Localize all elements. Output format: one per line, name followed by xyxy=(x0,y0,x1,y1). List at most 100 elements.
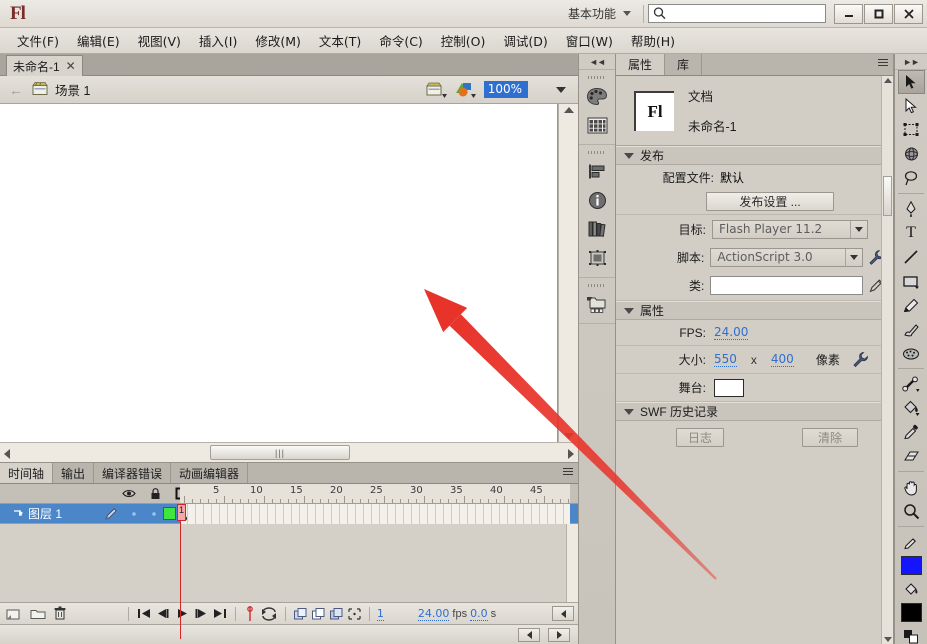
scroll-right-icon[interactable] xyxy=(568,449,574,459)
edit-scene-icon[interactable] xyxy=(426,81,448,99)
visibility-dot-icon[interactable] xyxy=(130,510,138,518)
scroll-up-icon[interactable] xyxy=(564,107,574,113)
rectangle-tool[interactable] xyxy=(898,269,925,293)
layer-outline-color-swatch[interactable] xyxy=(163,507,176,520)
swf-clear-button[interactable]: 清除 xyxy=(802,428,858,447)
back-arrow-icon[interactable]: ← xyxy=(6,82,26,98)
tab-output[interactable]: 输出 xyxy=(53,463,94,483)
go-to-last-frame-icon[interactable] xyxy=(212,607,228,620)
attributes-section-header[interactable]: 属性 xyxy=(616,301,893,320)
fps-value-field[interactable]: 24.00 xyxy=(714,325,748,340)
fill-color-swatch[interactable] xyxy=(901,603,922,622)
publish-section-header[interactable]: 发布 xyxy=(616,146,893,165)
stroke-color-picker-icon[interactable] xyxy=(898,530,925,554)
deco-tool[interactable] xyxy=(898,341,925,365)
new-layer-icon[interactable] xyxy=(4,607,26,621)
tab-timeline[interactable]: 时间轴 xyxy=(0,463,53,483)
black-and-white-colors-icon[interactable] xyxy=(898,624,925,644)
menu-control[interactable]: 控制(O) xyxy=(432,28,495,53)
fps-value[interactable]: 24.00 xyxy=(418,607,450,621)
drag-grip[interactable] xyxy=(579,149,615,156)
hscroll-thumb[interactable]: ||| xyxy=(210,445,350,460)
tab-motion-editor[interactable]: 动画编辑器 xyxy=(171,463,248,483)
menu-modify[interactable]: 修改(M) xyxy=(246,28,310,53)
tab-library[interactable]: 库 xyxy=(665,54,702,75)
go-to-first-frame-icon[interactable] xyxy=(136,607,152,620)
eyedropper-tool[interactable] xyxy=(898,420,925,444)
stage-color-swatch[interactable] xyxy=(714,379,744,397)
timeline-frames[interactable] xyxy=(180,504,570,524)
workspace-switcher[interactable]: 基本功能 xyxy=(560,3,639,24)
eye-icon[interactable] xyxy=(122,488,136,499)
menu-debug[interactable]: 调试(D) xyxy=(494,28,556,53)
fill-color-picker-icon[interactable] xyxy=(898,577,925,601)
document-settings-wrench-icon[interactable] xyxy=(852,351,869,368)
new-folder-icon[interactable] xyxy=(29,607,49,621)
step-forward-icon[interactable] xyxy=(193,607,209,620)
onion-skin-icon[interactable] xyxy=(260,607,278,621)
text-tool[interactable]: T xyxy=(898,221,925,245)
edit-multiple-frames-icon[interactable] xyxy=(311,607,326,621)
swf-history-section-header[interactable]: SWF 历史记录 xyxy=(616,402,893,421)
menu-text[interactable]: 文本(T) xyxy=(310,28,370,53)
menu-commands[interactable]: 命令(C) xyxy=(370,28,431,53)
stage-canvas[interactable] xyxy=(0,104,558,442)
menu-help[interactable]: 帮助(H) xyxy=(622,28,684,53)
scroll-up-icon[interactable] xyxy=(884,78,892,83)
stage-vertical-scrollbar[interactable] xyxy=(558,104,578,442)
lock-icon[interactable] xyxy=(150,488,161,500)
line-tool[interactable] xyxy=(898,245,925,269)
onion-skin-outlines-icon[interactable] xyxy=(293,607,308,621)
timeline-playhead[interactable]: 1 xyxy=(180,504,181,639)
drag-grip[interactable] xyxy=(579,282,615,289)
edit-symbol-icon[interactable] xyxy=(454,81,478,99)
search-box[interactable] xyxy=(648,4,826,23)
eraser-tool[interactable] xyxy=(898,444,925,468)
step-back-icon[interactable] xyxy=(155,607,171,620)
close-button[interactable] xyxy=(894,4,923,24)
tab-compiler-errors[interactable]: 编译器错误 xyxy=(94,463,171,483)
properties-scrollbar[interactable] xyxy=(881,76,893,644)
stage-width-field[interactable]: 550 xyxy=(714,352,737,367)
menu-insert[interactable]: 插入(I) xyxy=(190,28,246,53)
scroll-down-icon[interactable] xyxy=(884,637,892,642)
project-folder-icon[interactable] xyxy=(582,290,612,318)
bone-tool[interactable] xyxy=(898,372,925,396)
class-input[interactable] xyxy=(710,276,863,295)
play-icon[interactable] xyxy=(174,607,190,620)
3d-rotation-tool[interactable] xyxy=(898,142,925,166)
delete-layer-icon[interactable] xyxy=(52,606,68,621)
pen-tool[interactable] xyxy=(898,197,925,221)
menu-edit[interactable]: 编辑(E) xyxy=(68,28,129,53)
stroke-color-swatch[interactable] xyxy=(901,556,922,575)
modify-onion-markers-icon[interactable] xyxy=(329,607,344,621)
zoom-tool[interactable] xyxy=(898,499,925,523)
menu-window[interactable]: 窗口(W) xyxy=(557,28,622,53)
layer-name-label[interactable]: 图层 1 xyxy=(28,505,62,522)
script-dropdown[interactable]: ActionScript 3.0 xyxy=(710,248,863,267)
color-palette-icon[interactable] xyxy=(582,82,612,110)
collapse-tools-button[interactable]: ►► xyxy=(895,54,927,70)
swf-log-button[interactable]: 日志 xyxy=(676,428,724,447)
document-tab[interactable]: 未命名-1 ✕ xyxy=(6,55,83,76)
timeline-scroll-left-button[interactable] xyxy=(552,606,574,621)
pencil-icon[interactable] xyxy=(104,507,118,521)
properties-panel-menu-icon[interactable] xyxy=(878,59,888,66)
timeline-panel-menu-icon[interactable] xyxy=(563,468,573,475)
search-input[interactable] xyxy=(667,5,817,22)
tab-properties[interactable]: 属性 xyxy=(616,54,665,75)
center-frame-icon[interactable] xyxy=(243,606,257,621)
info-icon[interactable] xyxy=(582,186,612,214)
brush-tool[interactable] xyxy=(898,317,925,341)
subselection-tool[interactable] xyxy=(898,94,925,118)
target-dropdown[interactable]: Flash Player 11.2 xyxy=(712,220,868,239)
current-frame-indicator[interactable]: 1 xyxy=(377,607,384,621)
selection-tool[interactable] xyxy=(898,70,925,94)
menu-file[interactable]: 文件(F) xyxy=(8,28,68,53)
timeline-layer-row[interactable]: 图层 1 xyxy=(0,504,578,524)
scroll-down-icon[interactable] xyxy=(564,433,574,439)
maximize-button[interactable] xyxy=(864,4,893,24)
lock-dot-icon[interactable] xyxy=(150,510,158,518)
close-icon[interactable]: ✕ xyxy=(66,59,76,73)
menu-view[interactable]: 视图(V) xyxy=(129,28,190,53)
